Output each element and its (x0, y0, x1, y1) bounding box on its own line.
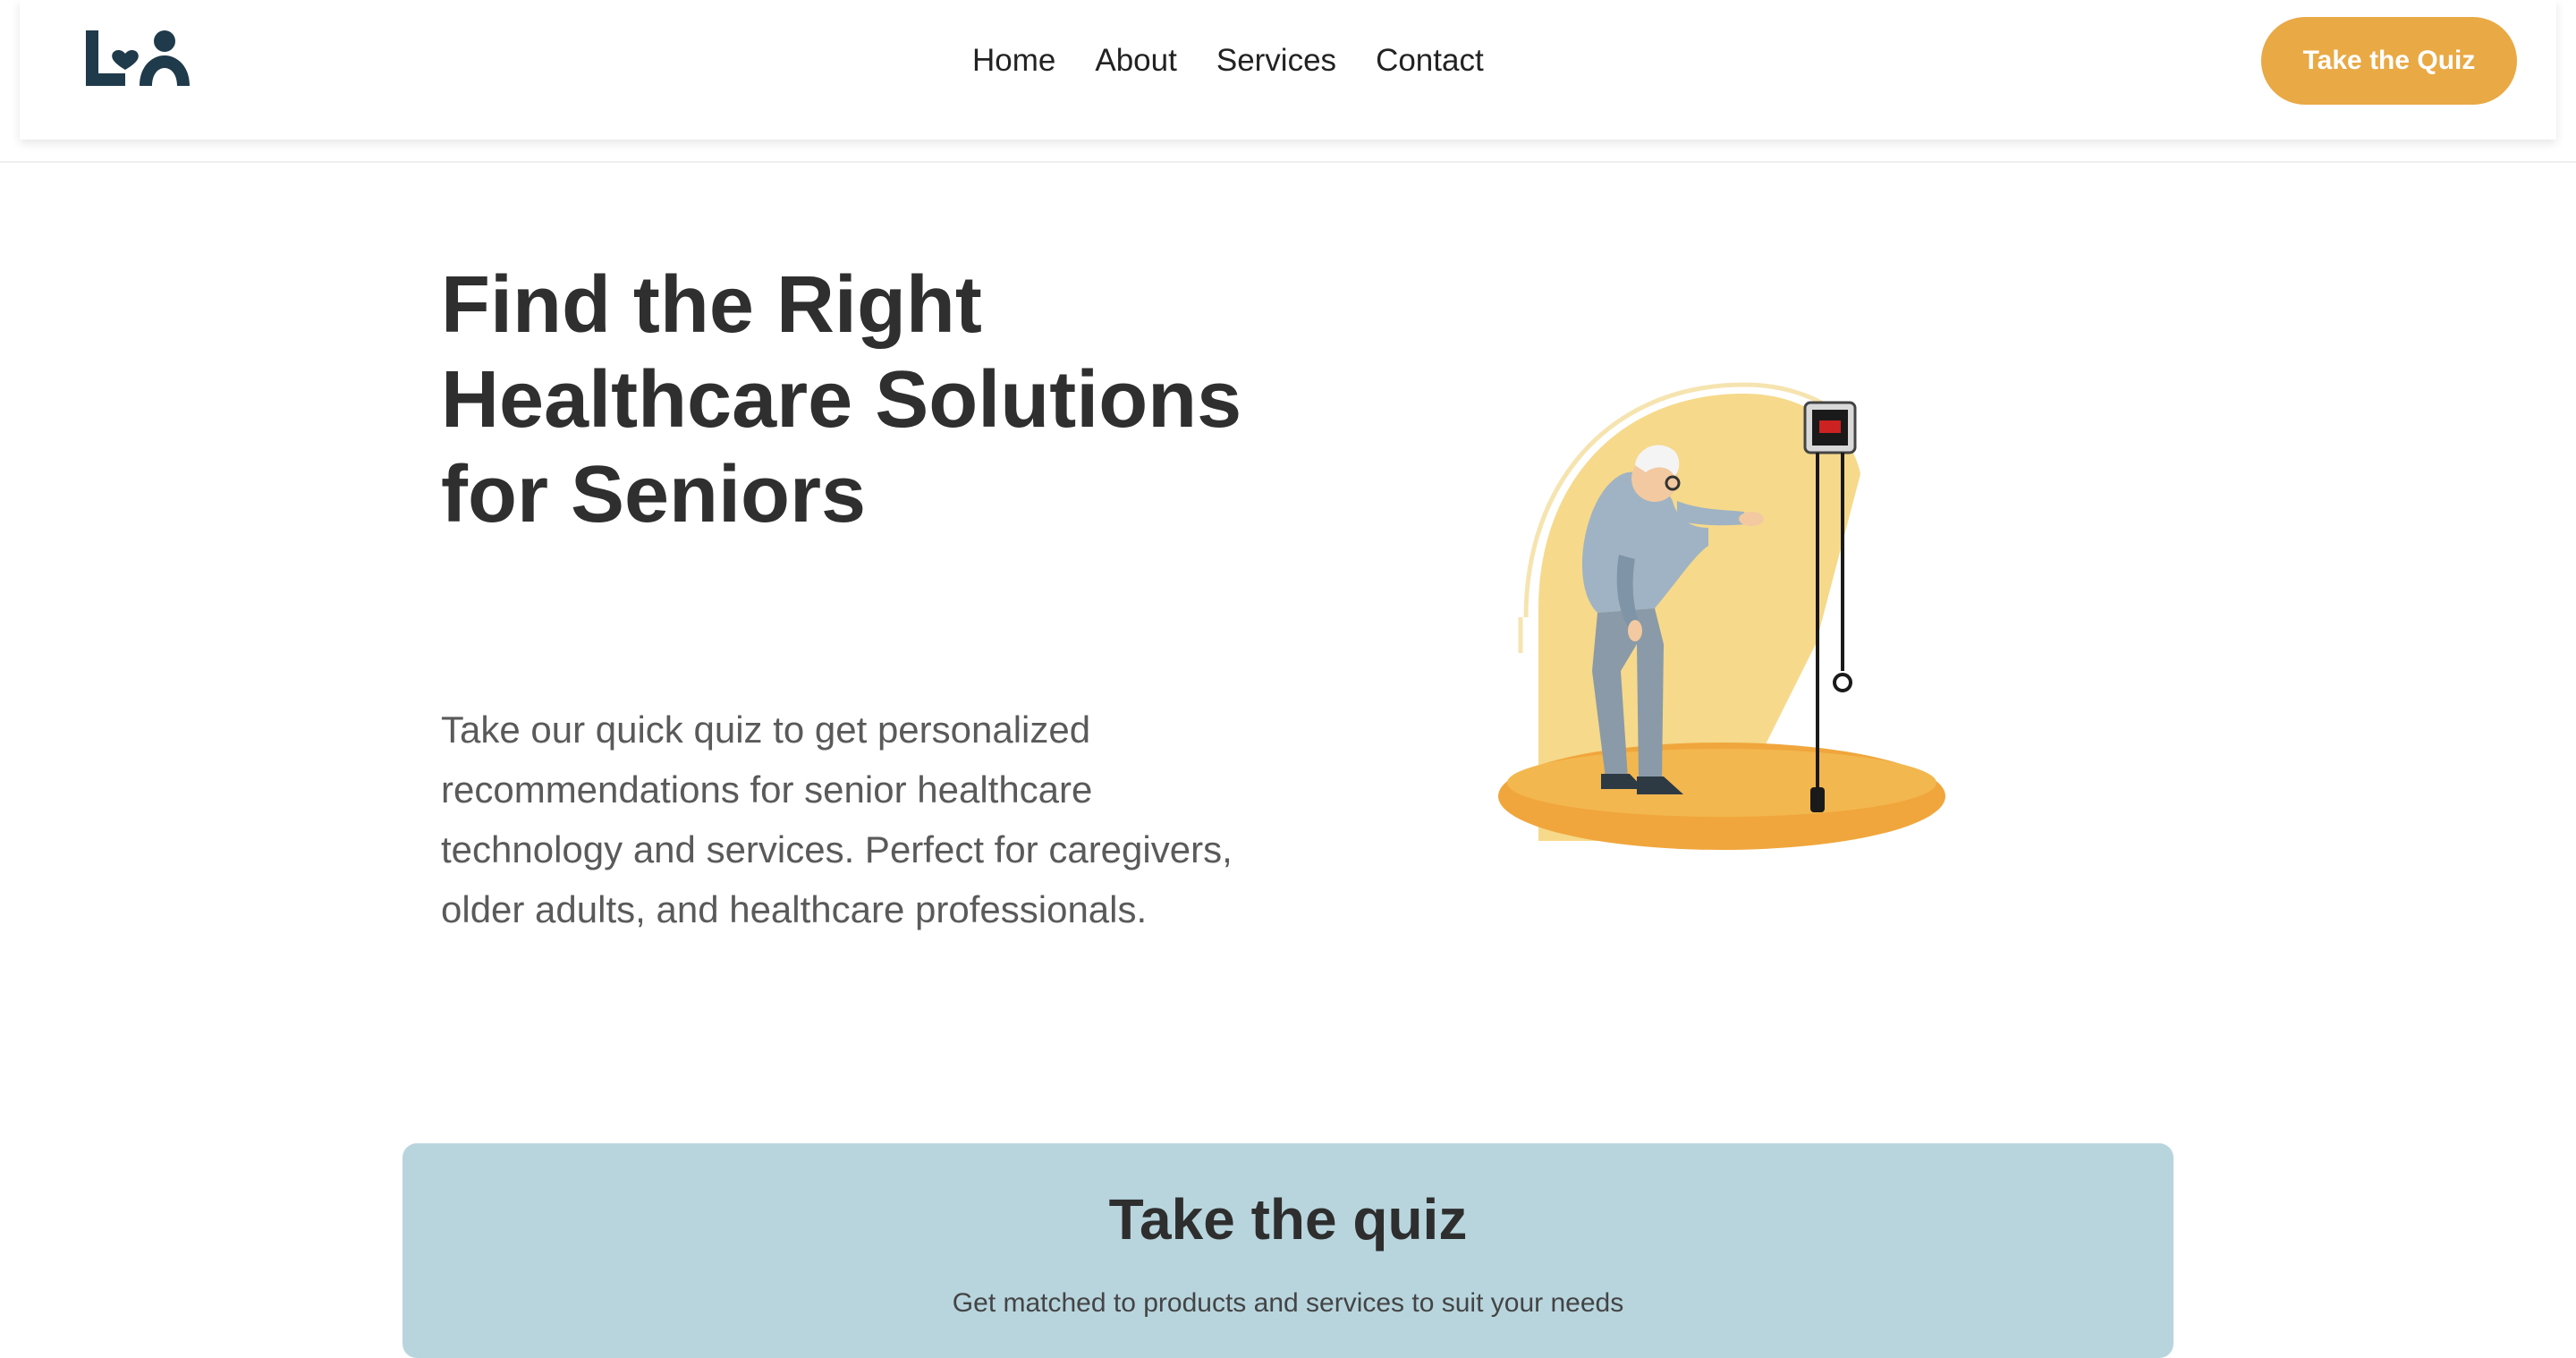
header-divider (0, 161, 2576, 163)
hero-description: Take our quick quiz to get personalized … (441, 709, 1233, 930)
brand-logo[interactable] (79, 27, 199, 89)
hero-title-line: for Seniors (441, 450, 867, 539)
site-header: Home About Services Contact Take the Qui… (20, 0, 2556, 140)
main-nav: Home About Services Contact (972, 41, 1484, 81)
hero-title-line: Find the Right (441, 260, 982, 350)
senior-illustration (1498, 382, 1945, 850)
take-quiz-button[interactable]: Take the Quiz (2261, 17, 2517, 105)
hero-title: Find the Right Healthcare Solutions for … (441, 258, 1300, 542)
nav-home[interactable]: Home (972, 41, 1055, 81)
hero-title-line: Healthcare Solutions (441, 355, 1242, 445)
nav-about[interactable]: About (1095, 41, 1176, 81)
quiz-card-subtitle: Get matched to products and services to … (952, 1288, 1624, 1318)
nav-services[interactable]: Services (1216, 41, 1336, 81)
nav-contact[interactable]: Contact (1376, 41, 1484, 81)
quiz-card-title: Take the quiz (1108, 1187, 1468, 1252)
quiz-card: Take the quiz Get matched to products an… (402, 1143, 2174, 1358)
